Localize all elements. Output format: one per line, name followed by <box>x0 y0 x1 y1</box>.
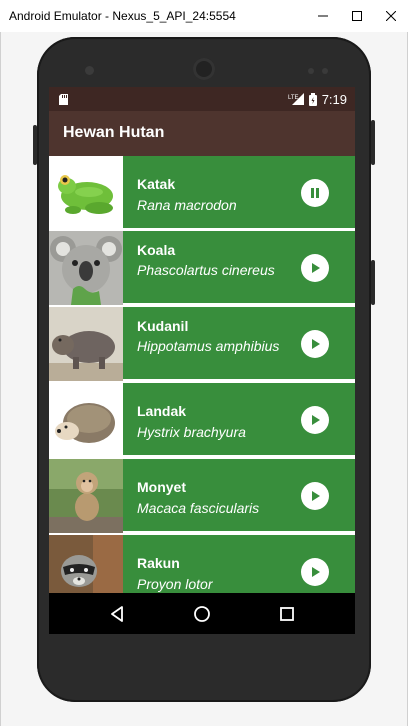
recents-icon <box>280 607 294 621</box>
proximity-sensor <box>308 68 314 74</box>
raccoon-image <box>49 535 123 593</box>
animal-scientific-name: Rana macrodon <box>137 197 237 213</box>
play-button[interactable] <box>301 558 329 586</box>
sd-card-icon <box>59 94 68 105</box>
animal-name: Landak <box>137 403 187 419</box>
app-title: Hewan Hutan <box>63 124 165 141</box>
animal-scientific-name: Hystrix brachyura <box>137 424 246 440</box>
list-item[interactable]: Koala Phascolartus cinereus <box>49 231 355 305</box>
list-item[interactable]: Katak Rana macrodon <box>49 156 355 230</box>
pause-button[interactable] <box>301 179 329 207</box>
app-bar: Hewan Hutan <box>49 111 355 156</box>
monkey-image <box>49 459 123 533</box>
back-button[interactable] <box>106 603 128 625</box>
animal-list[interactable]: Katak Rana macrodon Koala Phascolartus c… <box>49 156 355 593</box>
phone-side-button-left <box>33 125 37 165</box>
maximize-icon <box>352 11 362 21</box>
list-item[interactable]: Monyet Macaca fascicularis <box>49 459 355 533</box>
play-button[interactable] <box>301 406 329 434</box>
light-sensor <box>322 68 328 74</box>
animal-scientific-name: Macaca fascicularis <box>137 500 260 516</box>
status-time: 7:19 <box>321 91 347 107</box>
lte-signal-icon: LTE <box>288 93 304 105</box>
home-icon <box>194 606 210 622</box>
frog-image <box>49 156 123 230</box>
navigation-bar <box>49 593 355 634</box>
maximize-button[interactable] <box>340 0 374 32</box>
window-controls <box>306 0 408 32</box>
status-bar: LTE 7:19 <box>49 87 355 111</box>
play-icon <box>312 415 320 425</box>
earpiece-speaker <box>193 58 215 80</box>
recents-button[interactable] <box>276 603 298 625</box>
volume-button[interactable] <box>371 260 375 305</box>
minimize-icon <box>318 15 328 17</box>
list-item[interactable]: Landak Hystrix brachyura <box>49 383 355 457</box>
play-button[interactable] <box>301 482 329 510</box>
network-type: LTE <box>288 95 299 101</box>
play-button[interactable] <box>301 330 329 358</box>
play-icon <box>312 567 320 577</box>
status-icons: LTE 7:19 <box>288 87 347 111</box>
minimize-button[interactable] <box>306 0 340 32</box>
home-button[interactable] <box>191 603 213 625</box>
animal-name: Katak <box>137 176 176 192</box>
play-icon <box>312 339 320 349</box>
animal-scientific-name: Proyon lotor <box>137 576 213 592</box>
pause-icon <box>311 188 319 198</box>
front-camera <box>85 66 94 75</box>
hedgehog-image <box>49 383 123 457</box>
animal-scientific-name: Hippotamus amphibius <box>137 338 280 354</box>
window-title: Android Emulator - Nexus_5_API_24:5554 <box>9 9 236 23</box>
play-icon <box>312 263 320 273</box>
close-button[interactable] <box>374 0 408 32</box>
list-item[interactable]: Rakun Proyon lotor <box>49 535 355 593</box>
animal-scientific-name: Phascolartus cinereus <box>137 262 275 278</box>
close-icon <box>386 11 396 21</box>
play-icon <box>312 491 320 501</box>
battery-icon <box>308 92 317 106</box>
device-screen: LTE 7:19 Hewan Hutan Katak Rana macrodon… <box>49 87 355 634</box>
animal-name: Monyet <box>137 479 186 495</box>
koala-image <box>49 231 123 305</box>
animal-name: Koala <box>137 242 176 258</box>
power-button[interactable] <box>371 120 375 165</box>
hippo-image <box>49 307 123 381</box>
list-item[interactable]: Kudanil Hippotamus amphibius <box>49 307 355 381</box>
animal-name: Kudanil <box>137 318 189 334</box>
window-titlebar: Android Emulator - Nexus_5_API_24:5554 <box>0 0 408 33</box>
play-button[interactable] <box>301 254 329 282</box>
back-icon <box>111 606 123 622</box>
animal-name: Rakun <box>137 555 180 571</box>
